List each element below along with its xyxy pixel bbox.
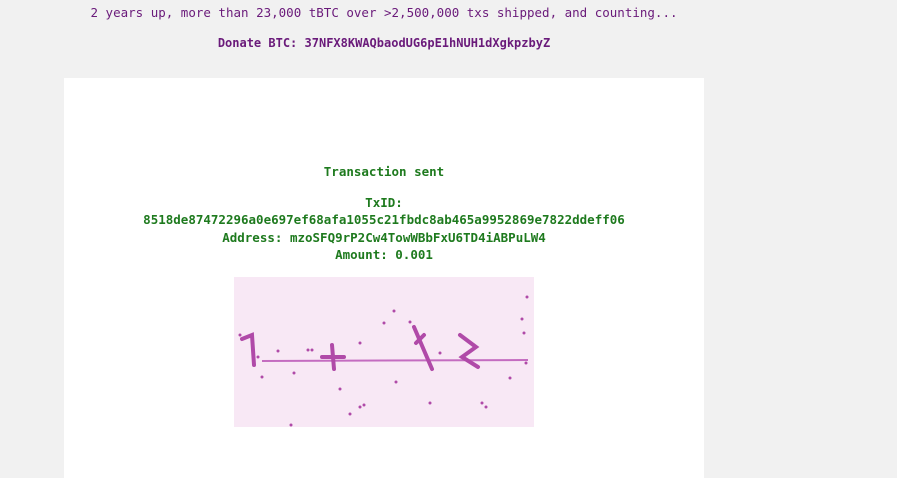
txid-label: TxID: [365, 195, 403, 210]
amount-label: Amount: [335, 247, 388, 262]
address-line: Address: mzoSFQ9rP2Cw4TowWBbFxU6TD4iABPu… [64, 230, 704, 245]
amount-line: Amount: 0.001 [64, 247, 704, 262]
address-label: Address: [222, 230, 283, 245]
txid-value: 8518de87472296a0e697ef68afa1055c21fbdc8a… [143, 212, 625, 227]
transaction-status-title: Transaction sent [323, 164, 445, 179]
donate-line: Donate BTC: 37NFX8KWAQbaodUG6pE1hNUH1dXg… [0, 36, 768, 50]
address-value: mzoSFQ9rP2Cw4TowWBbFxU6TD4iABPuLW4 [289, 230, 546, 245]
result-card: Transaction sent TxID: 8518de87472296a0e… [64, 78, 704, 478]
captcha-image [234, 277, 534, 427]
donate-address: 37NFX8KWAQbaodUG6pE1hNUH1dXgkpzbyZ [304, 36, 551, 50]
captcha-drawing [234, 277, 534, 427]
amount-value: 0.001 [395, 247, 433, 262]
stats-text: 2 years up, more than 23,000 tBTC over >… [90, 5, 678, 20]
captcha-strike-line [261, 359, 529, 362]
donate-label: Donate BTC: [217, 36, 298, 50]
